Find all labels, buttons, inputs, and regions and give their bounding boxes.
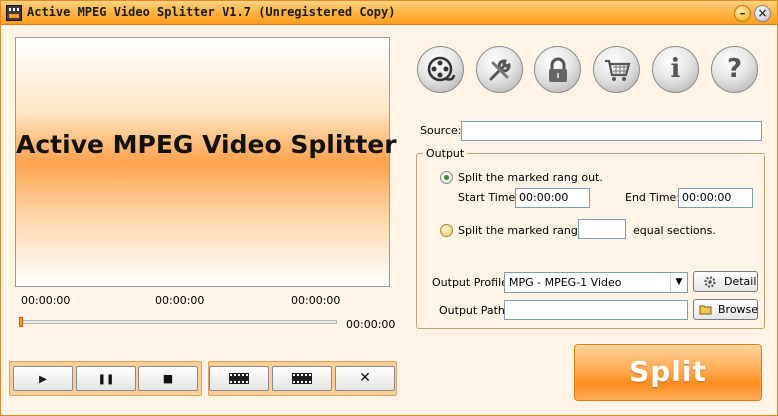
- clear-icon: ✕: [359, 370, 371, 386]
- timeline-start-time: 00:00:00: [21, 294, 71, 307]
- film-reel-icon: [427, 56, 455, 82]
- output-path-label: Output Path:: [439, 304, 509, 317]
- help-button[interactable]: ?: [711, 46, 758, 93]
- film-reel-button[interactable]: [417, 46, 464, 93]
- buy-button[interactable]: [593, 46, 640, 93]
- pause-icon: ❚❚: [97, 374, 115, 385]
- marker-controls: ✕: [208, 361, 397, 396]
- browse-button[interactable]: Browse: [693, 299, 758, 320]
- app-film-icon: [6, 5, 22, 21]
- split-equal-sections-label: Split the marked rang to: [458, 224, 593, 237]
- preview-title: Active MPEG Video Splitter: [16, 130, 397, 159]
- split-marked-range-radio[interactable]: [440, 171, 453, 184]
- film-strip-start-icon: [230, 374, 248, 383]
- split-equal-sections-radio[interactable]: [440, 224, 453, 237]
- output-path-input[interactable]: [504, 300, 688, 320]
- clear-marks-button[interactable]: ✕: [335, 366, 395, 391]
- about-button[interactable]: i: [652, 46, 699, 93]
- output-legend: Output: [423, 147, 468, 160]
- split-marked-range-label: Split the marked rang out.: [458, 171, 603, 184]
- start-time-input[interactable]: 00:00:00: [515, 188, 590, 208]
- tools-icon: [489, 59, 511, 81]
- source-label: Source:: [420, 124, 462, 137]
- stop-button[interactable]: ■: [138, 366, 198, 391]
- pause-button[interactable]: ❚❚: [76, 366, 136, 391]
- film-strip-end-icon: [293, 374, 311, 383]
- video-preview: Active MPEG Video Splitter: [15, 37, 397, 287]
- timeline-slider-thumb[interactable]: [19, 317, 23, 327]
- chevron-down-icon[interactable]: ▼: [670, 273, 687, 292]
- minimize-button[interactable]: –: [734, 5, 751, 22]
- end-time-input[interactable]: 00:00:00: [678, 188, 753, 208]
- output-profile-select[interactable]: MPG - MPEG-1 Video ▼: [504, 272, 688, 293]
- info-icon: i: [670, 54, 681, 84]
- timeline-mid-time: 00:00:00: [155, 294, 205, 307]
- detail-label: Detail: [724, 275, 757, 288]
- source-input[interactable]: [461, 121, 762, 141]
- settings-button[interactable]: [476, 46, 523, 93]
- window-title: Active MPEG Video Splitter V1.7 (Unregis…: [27, 5, 396, 19]
- timeline-slider[interactable]: [19, 317, 337, 327]
- stop-icon: ■: [162, 372, 174, 385]
- sections-count-input[interactable]: [578, 219, 626, 239]
- gear-icon: [704, 276, 716, 288]
- detail-button[interactable]: Detail: [693, 271, 758, 292]
- title-bar[interactable]: Active MPEG Video Splitter V1.7 (Unregis…: [1, 1, 777, 25]
- browse-label: Browse: [718, 303, 759, 316]
- split-button[interactable]: Split: [574, 344, 762, 401]
- timeline-end-time: 00:00:00: [291, 294, 341, 307]
- end-time-label: End Time:: [625, 191, 681, 204]
- lock-icon: [548, 57, 567, 82]
- play-icon: ▶: [39, 374, 47, 385]
- mark-start-button[interactable]: [209, 366, 269, 391]
- app-window: Active MPEG Video Splitter V1.7 (Unregis…: [0, 0, 778, 416]
- folder-icon: [699, 305, 712, 315]
- help-icon: ?: [726, 54, 743, 84]
- start-time-label: Start Time:: [458, 191, 519, 204]
- playback-controls: ▶ ❚❚ ■: [9, 361, 202, 396]
- mark-end-button[interactable]: [272, 366, 332, 391]
- shopping-cart-icon: [604, 59, 630, 81]
- output-profile-label: Output Profile:: [432, 276, 512, 289]
- output-profile-value: MPG - MPEG-1 Video: [509, 276, 622, 289]
- register-button[interactable]: [534, 46, 581, 93]
- equal-sections-label: equal sections.: [633, 224, 716, 237]
- play-button[interactable]: ▶: [13, 366, 73, 391]
- current-time: 00:00:00: [346, 318, 396, 331]
- close-window-button[interactable]: ×: [754, 5, 771, 22]
